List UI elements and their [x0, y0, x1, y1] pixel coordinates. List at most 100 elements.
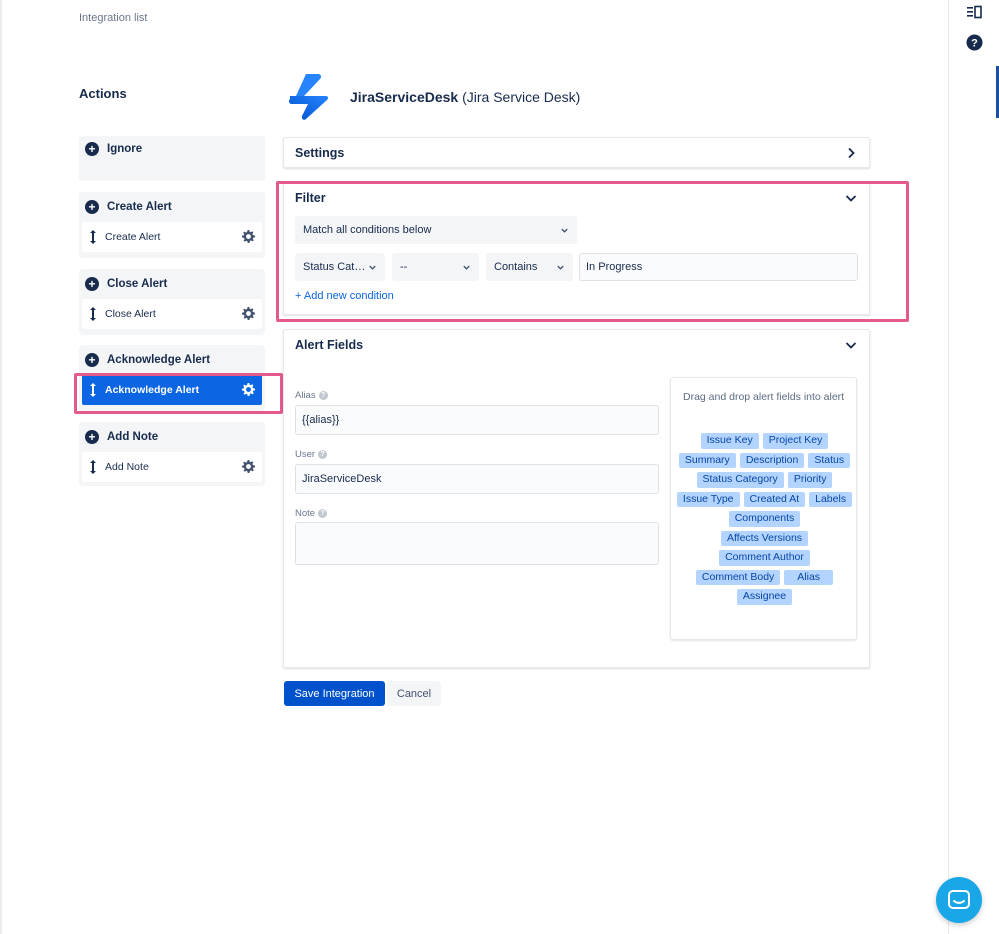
gear-icon[interactable] [242, 307, 255, 320]
drag-handle-icon[interactable] [88, 229, 98, 245]
help-circle-icon[interactable]: ? [318, 509, 328, 518]
integration-name: JiraServiceDesk [350, 89, 459, 105]
tag-issue-key[interactable]: Issue Key [700, 433, 759, 449]
chat-launcher-button[interactable] [936, 877, 982, 923]
action-item-label: Create Alert [105, 231, 161, 243]
drag-hint: Drag and drop alert fields into alert [683, 391, 845, 403]
action-group-acknowledge-alert: + Acknowledge Alert Acknowledge Alert [79, 345, 265, 411]
alert-fields-title: Alert Fields [295, 338, 364, 352]
panel-toggle-icon[interactable] [965, 3, 983, 21]
user-input[interactable]: JiraServiceDesk [295, 464, 659, 494]
help-circle-icon[interactable]: ? [318, 391, 328, 400]
plus-circle-icon: + [85, 200, 99, 214]
help-circle-icon[interactable]: ? [318, 450, 328, 459]
breadcrumb[interactable]: Integration list [79, 12, 147, 24]
chevron-down-icon [463, 265, 470, 270]
add-condition-link[interactable]: + Add new condition [295, 290, 394, 302]
action-item-label: Close Alert [105, 308, 156, 320]
action-item-close-alert[interactable]: Close Alert [82, 299, 262, 329]
plus-circle-icon: + [85, 142, 99, 156]
tag-description[interactable]: Description [739, 452, 805, 468]
tag-comment-body[interactable]: Comment Body [695, 569, 781, 585]
action-group-header[interactable]: + Create Alert [79, 192, 265, 222]
tag-priority[interactable]: Priority [787, 472, 833, 488]
action-group-label: Close Alert [107, 278, 168, 290]
tag-comment-author[interactable]: Comment Author [719, 550, 810, 566]
tag-project-key[interactable]: Project Key [762, 433, 829, 449]
alert-field-tags-box: Drag and drop alert fields into alert Is… [670, 377, 857, 640]
tag-summary[interactable]: Summary [678, 452, 736, 468]
condition-value-input[interactable]: In Progress [579, 253, 858, 281]
chevron-down-icon [557, 265, 564, 270]
tag-issue-type[interactable]: Issue Type [676, 491, 740, 507]
tag-created-at[interactable]: Created At [743, 491, 806, 507]
tag-labels[interactable]: Labels [809, 491, 853, 507]
drag-handle-icon[interactable] [88, 306, 98, 322]
gear-icon[interactable] [242, 460, 255, 473]
chevron-down-icon[interactable] [845, 192, 857, 204]
settings-title: Settings [295, 146, 345, 160]
action-item-add-note[interactable]: Add Note [82, 452, 262, 482]
save-integration-button[interactable]: Save Integration [284, 681, 385, 706]
tag-affects-versions[interactable]: Affects Versions [720, 530, 809, 546]
condition-negate-select[interactable]: -- [392, 253, 479, 281]
alias-label: Alias? [295, 390, 328, 401]
tag-status-category[interactable]: Status Category [696, 472, 784, 488]
svg-text:?: ? [971, 37, 978, 49]
action-group-header[interactable]: + Acknowledge Alert [79, 345, 265, 375]
user-label: User? [295, 449, 328, 460]
user-value: JiraServiceDesk [302, 473, 382, 485]
match-condition-value: Match all conditions below [303, 224, 432, 236]
condition-operator-select[interactable]: Contains [486, 253, 573, 281]
action-group-add-note: + Add Note Add Note [79, 422, 265, 486]
integration-type: (Jira Service Desk) [462, 89, 581, 105]
action-item-label: Acknowledge Alert [105, 384, 200, 396]
integration-title: JiraServiceDesk (Jira Service Desk) [350, 89, 580, 105]
help-icon[interactable]: ? [965, 33, 983, 51]
tag-alias[interactable]: Alias [784, 569, 834, 585]
drag-handle-icon[interactable] [88, 382, 98, 398]
cancel-button[interactable]: Cancel [387, 681, 441, 706]
note-label-text: Note [295, 508, 316, 519]
chevron-down-icon[interactable] [845, 339, 857, 351]
action-group-label: Acknowledge Alert [107, 354, 211, 366]
plus-circle-icon: + [85, 353, 99, 367]
condition-field-value: Status Cat… [303, 261, 366, 273]
action-group-label: Create Alert [107, 201, 172, 213]
tag-assignee[interactable]: Assignee [736, 589, 793, 605]
user-label-text: User [295, 449, 316, 460]
chevron-right-icon[interactable] [845, 147, 857, 159]
action-item-create-alert[interactable]: Create Alert [82, 222, 262, 252]
action-group-label: Add Note [107, 431, 159, 443]
tag-status[interactable]: Status [808, 452, 851, 468]
note-label: Note? [295, 508, 328, 519]
gear-icon[interactable] [242, 383, 255, 396]
note-textarea[interactable] [295, 522, 659, 565]
action-group-ignore: + Ignore [79, 136, 265, 181]
tag-components[interactable]: Components [728, 511, 801, 527]
action-item-acknowledge-alert[interactable]: Acknowledge Alert [82, 375, 262, 405]
drag-handle-icon[interactable] [88, 459, 98, 475]
action-group-header[interactable]: + Add Note [79, 422, 265, 452]
alias-value: {{alias}} [302, 414, 340, 426]
action-group-create-alert: + Create Alert Create Alert [79, 192, 265, 258]
chevron-down-icon [561, 228, 568, 233]
page-edge [0, 0, 3, 934]
match-condition-select[interactable]: Match all conditions below [295, 216, 577, 244]
condition-value-text: In Progress [586, 261, 643, 273]
chevron-down-icon [369, 265, 376, 270]
plus-circle-icon: + [85, 430, 99, 444]
filter-title: Filter [295, 191, 326, 205]
actions-title: Actions [79, 86, 127, 101]
right-sidebar: ? [948, 0, 999, 934]
action-group-header[interactable]: + Ignore [79, 136, 265, 162]
chat-icon [948, 890, 970, 909]
condition-field-select[interactable]: Status Cat… [295, 253, 385, 281]
alias-label-text: Alias [295, 390, 316, 401]
gear-icon[interactable] [242, 230, 255, 243]
settings-panel[interactable]: Settings [283, 137, 870, 168]
alias-input[interactable]: {{alias}} [295, 405, 659, 435]
plus-circle-icon: + [85, 277, 99, 291]
action-item-label: Add Note [105, 461, 149, 473]
action-group-header[interactable]: + Close Alert [79, 269, 265, 299]
